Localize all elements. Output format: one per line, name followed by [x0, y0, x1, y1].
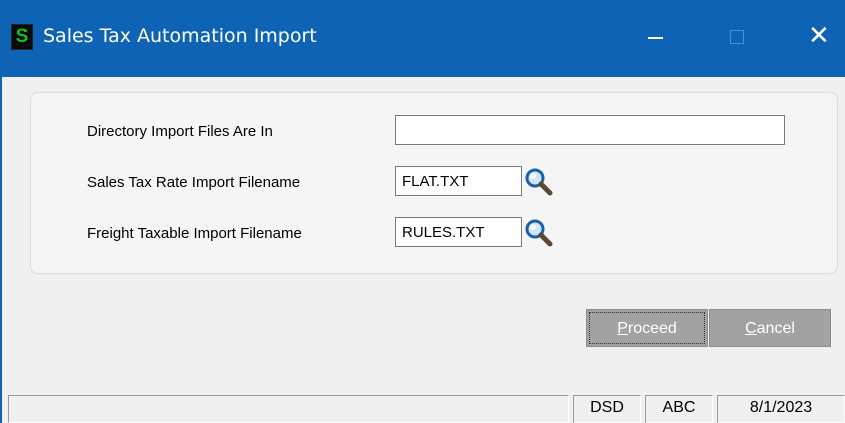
proceed-accel: P	[617, 320, 628, 337]
proceed-button[interactable]: Proceed	[586, 309, 708, 347]
rate-file-label: Sales Tax Rate Import Filename	[87, 174, 301, 191]
freight-file-input[interactable]: RULES.TXT	[395, 217, 522, 247]
cancel-button[interactable]: Cancel	[709, 309, 831, 347]
close-icon: ✕	[808, 21, 830, 51]
minimize-icon	[648, 37, 663, 39]
title-bar[interactable]: S Sales Tax Automation Import ✕	[0, 0, 845, 77]
status-bar: DSD ABC 8/1/2023	[0, 391, 845, 423]
maximize-icon	[730, 30, 744, 44]
magnifier-icon[interactable]	[524, 218, 554, 248]
cancel-label: ancel	[756, 320, 795, 337]
close-button[interactable]: ✕	[787, 0, 845, 77]
maximize-button	[706, 0, 766, 77]
window-border	[0, 77, 2, 423]
status-company: ABC	[645, 395, 713, 423]
status-company-code: DSD	[573, 395, 641, 423]
magnifier-icon[interactable]	[524, 167, 554, 197]
rate-file-input[interactable]: FLAT.TXT	[395, 166, 522, 196]
directory-input[interactable]	[395, 115, 785, 145]
freight-file-label: Freight Taxable Import Filename	[87, 225, 302, 242]
minimize-button[interactable]	[623, 0, 683, 77]
status-message	[8, 395, 569, 423]
cancel-accel: C	[745, 320, 757, 337]
status-date: 8/1/2023	[717, 395, 845, 423]
proceed-label: roceed	[627, 320, 677, 337]
app-icon[interactable]: S	[11, 24, 33, 50]
window-title: Sales Tax Automation Import	[43, 25, 317, 47]
directory-label: Directory Import Files Are In	[87, 123, 273, 140]
